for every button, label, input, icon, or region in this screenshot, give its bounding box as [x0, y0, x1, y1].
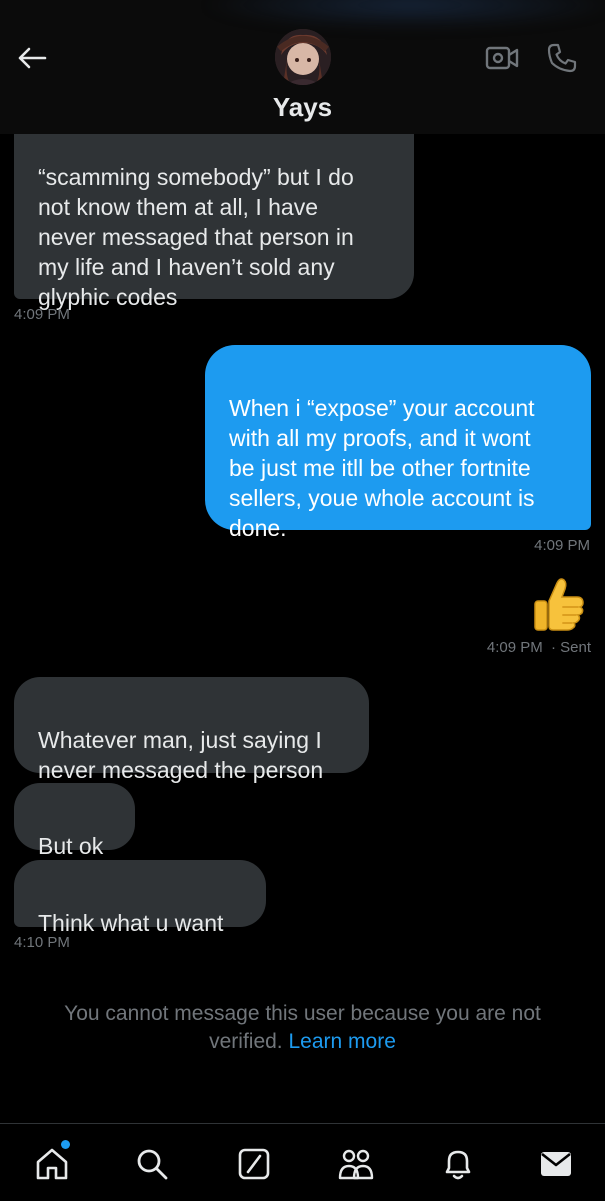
message-status: · Sent	[550, 639, 591, 656]
message-bubble-received[interactable]: Think what u want	[14, 860, 266, 936]
thumbs-up-icon	[534, 578, 584, 631]
nav-search[interactable]	[130, 1142, 174, 1186]
header-glow	[200, 0, 605, 30]
nav-communities[interactable]	[334, 1142, 378, 1186]
bottom-navigation	[0, 1123, 605, 1201]
message-text: But ok	[38, 833, 104, 859]
phone-icon	[547, 43, 577, 73]
nav-grok[interactable]	[232, 1142, 276, 1186]
message-timestamp: 4:10 PM	[14, 934, 70, 951]
message-text: Whatever man, just saying I never messag…	[38, 727, 324, 783]
back-button[interactable]	[14, 40, 50, 76]
message-bubble-received[interactable]: Whatever man, just saying I never messag…	[14, 677, 369, 783]
video-camera-icon	[485, 46, 519, 70]
grok-icon	[238, 1148, 270, 1180]
avatar-image	[275, 29, 331, 85]
video-call-button[interactable]	[482, 40, 522, 76]
message-emoji-sent[interactable]	[528, 574, 588, 634]
message-timestamp-row: 4:09 PM · Sent	[420, 639, 591, 656]
search-icon	[137, 1149, 168, 1180]
home-icon	[36, 1148, 68, 1180]
contact-name[interactable]: Yays	[0, 92, 605, 123]
arrow-left-icon	[18, 47, 47, 69]
message-bubble-received[interactable]: But ok	[14, 783, 135, 859]
avatar[interactable]	[275, 29, 331, 85]
call-button[interactable]	[542, 38, 582, 78]
cannot-message-notice: You cannot message this user because you…	[30, 1000, 575, 1056]
messages-icon	[541, 1152, 571, 1176]
message-timestamp: 4:09 PM	[486, 639, 543, 656]
communities-icon	[338, 1149, 374, 1180]
learn-more-link[interactable]: Learn more	[288, 1030, 395, 1053]
message-bubble-sent[interactable]: When i “expose” your account with all my…	[205, 345, 591, 541]
nav-home[interactable]	[30, 1140, 74, 1186]
conversation-header: Yays	[0, 0, 605, 134]
nav-notifications[interactable]	[436, 1142, 480, 1186]
message-text: When i “expose” your account with all my…	[229, 395, 535, 541]
nav-messages[interactable]	[534, 1142, 578, 1186]
message-bubble-received[interactable]: “scamming somebody” but I do not know th…	[14, 106, 414, 310]
message-text: Think what u want	[38, 910, 224, 936]
notifications-icon	[445, 1150, 471, 1180]
unread-dot	[61, 1140, 70, 1149]
message-timestamp: 4:09 PM	[14, 306, 70, 323]
message-timestamp: 4:09 PM	[534, 537, 590, 554]
message-text: “scamming somebody” but I do not know th…	[38, 164, 354, 310]
